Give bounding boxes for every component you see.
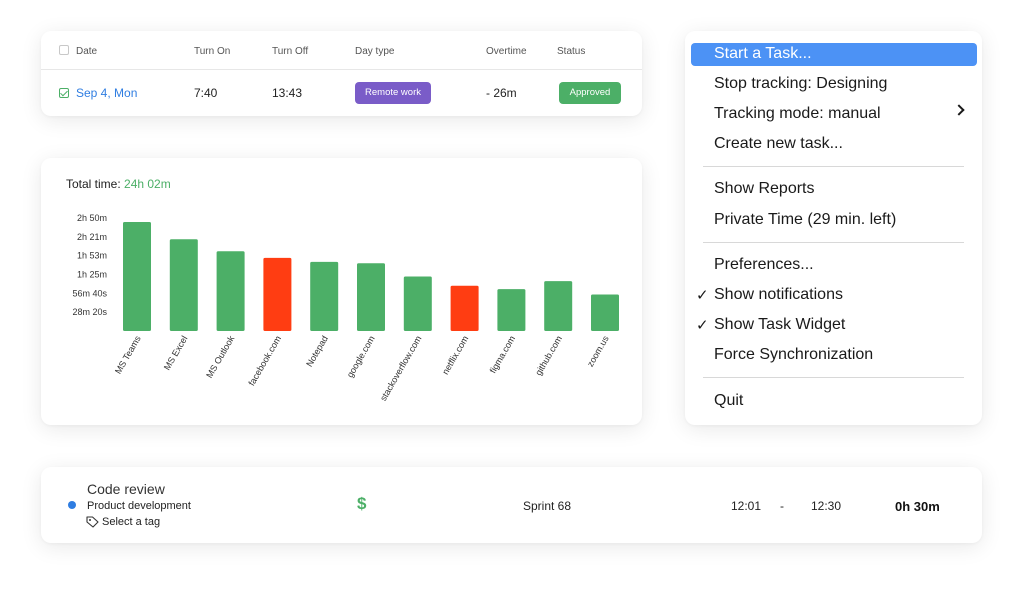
row-date-link[interactable]: Sep 4, Mon [76, 86, 137, 100]
task-title[interactable]: Code review [87, 481, 165, 497]
y-tick-label: 28m 20s [72, 307, 107, 317]
chevron-right-icon [953, 104, 965, 116]
y-tick-label: 56m 40s [72, 288, 107, 298]
bar-zoom-us[interactable] [591, 294, 619, 331]
menu-item-private-time[interactable]: Private Time (29 min. left) [714, 210, 896, 230]
bar-google-com[interactable] [357, 263, 385, 331]
project-color-dot [68, 501, 76, 509]
y-tick-label: 1h 53m [77, 251, 107, 261]
row-overtime: - 26m [486, 86, 517, 100]
header-divider [41, 69, 642, 70]
checkmark-icon: ✓ [696, 287, 709, 304]
menu-item-stop-tracking[interactable]: Stop tracking: Designing [714, 74, 887, 94]
column-header-turn-off[interactable]: Turn Off [272, 46, 308, 57]
x-tick-label: Notepad [304, 334, 330, 368]
x-tick-label: github.com [533, 334, 564, 377]
x-tick-label: google.com [345, 334, 377, 379]
column-header-day-type[interactable]: Day type [355, 46, 394, 57]
menu-separator [703, 166, 964, 167]
menu-item-show-notifications[interactable]: Show notifications [714, 285, 843, 305]
menu-item-create-task[interactable]: Create new task... [714, 134, 843, 154]
bar-notepad[interactable] [310, 261, 339, 331]
menu-item-force-sync[interactable]: Force Synchronization [714, 345, 873, 365]
row-turn-off: 13:43 [272, 86, 303, 100]
select-tag-button[interactable]: Select a tag [102, 516, 160, 528]
column-header-date[interactable]: Date [76, 46, 97, 57]
bar-ms-outlook[interactable] [216, 251, 245, 331]
menu-item-quit[interactable]: Quit [714, 391, 743, 411]
x-tick-label: zoom.us [585, 334, 611, 369]
time-separator: - [780, 499, 784, 513]
menu-separator [703, 377, 964, 378]
task-start-time[interactable]: 12:01 [731, 499, 761, 513]
timesheet-table: Date Turn On Turn Off Day type Overtime … [41, 31, 642, 116]
menu-item-tracking-mode[interactable]: Tracking mode: manual [714, 104, 881, 124]
menu-item-preferences[interactable]: Preferences... [714, 255, 814, 275]
x-tick-label: figma.com [488, 334, 517, 375]
task-entry[interactable]: Code review Product development Select a… [41, 467, 982, 543]
row-turn-on: 7:40 [194, 86, 218, 100]
billable-dollar-icon[interactable]: $ [357, 494, 366, 514]
bar-facebook-com[interactable] [263, 257, 292, 331]
x-tick-label: netflix.com [440, 334, 470, 376]
x-tick-label: MS Excel [162, 334, 190, 372]
bar-stackoverflow-com[interactable] [403, 276, 432, 331]
task-duration: 0h 30m [895, 499, 940, 514]
task-end-time[interactable]: 12:30 [811, 499, 841, 513]
bar-netflix-com[interactable] [450, 285, 479, 331]
bar-figma-com[interactable] [497, 289, 526, 331]
tray-context-menu: Start a Task... Stop tracking: Designing… [685, 31, 982, 425]
select-all-checkbox[interactable] [59, 45, 69, 55]
x-tick-label: MS Outlook [204, 334, 236, 380]
day-type-badge[interactable]: Remote work [355, 82, 431, 104]
menu-separator [703, 242, 964, 243]
y-tick-label: 2h 21m [77, 232, 107, 242]
x-tick-label: MS Teams [113, 334, 143, 376]
tag-icon [86, 516, 99, 528]
status-badge[interactable]: Approved [559, 82, 621, 104]
x-tick-label: facebook.com [246, 334, 283, 388]
column-header-status[interactable]: Status [557, 46, 585, 57]
bar-chart: 28m 20s 56m 40s 1h 25m 1h 53m 2h 21m 2h 50m MS… [72, 213, 619, 403]
app-usage-chart-card: Total time: 24h 02m 28m 20s 56m 40s 1h 25m… [41, 158, 642, 425]
task-sprint[interactable]: Sprint 68 [523, 499, 571, 513]
menu-item-show-reports[interactable]: Show Reports [714, 179, 815, 199]
column-header-overtime[interactable]: Overtime [486, 46, 527, 57]
task-project[interactable]: Product development [87, 500, 191, 512]
bar-github-com[interactable] [544, 281, 573, 331]
y-tick-label: 2h 50m [77, 213, 107, 223]
bar-ms-excel[interactable] [169, 239, 198, 331]
y-tick-label: 1h 25m [77, 270, 107, 280]
x-tick-label: stackoverflow.com [378, 334, 423, 403]
checkmark-icon: ✓ [696, 317, 709, 334]
column-header-turn-on[interactable]: Turn On [194, 46, 230, 57]
row-checkbox[interactable] [59, 88, 69, 98]
menu-item-show-task-widget[interactable]: Show Task Widget [714, 315, 845, 335]
menu-item-start-task[interactable]: Start a Task... [714, 44, 812, 64]
bar-ms-teams[interactable] [123, 221, 151, 331]
